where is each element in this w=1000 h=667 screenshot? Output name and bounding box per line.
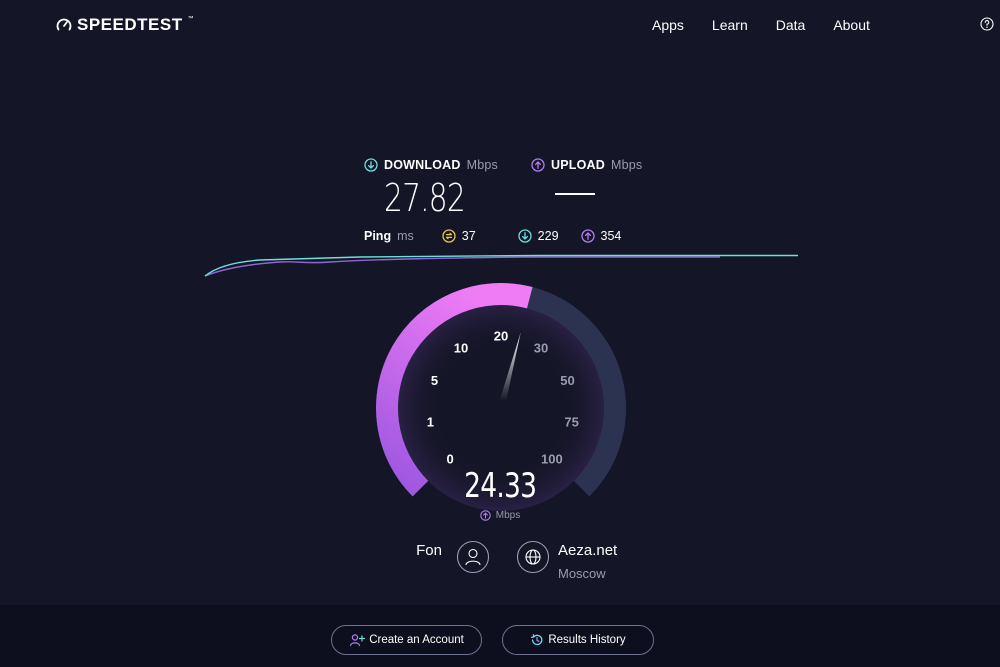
isp-provider: Fon — [380, 538, 490, 578]
footer-bar: Create an Account Results History — [0, 605, 1000, 667]
gauge-tick-label: 100 — [541, 451, 563, 466]
user-icon[interactable] — [456, 540, 490, 574]
gauge-unit-row: Mbps — [0, 510, 1000, 521]
history-icon — [531, 634, 543, 646]
gauge-tick-label: 10 — [454, 341, 468, 356]
gauge-tick-label: 1 — [427, 415, 434, 430]
gauge-tick-label: 50 — [560, 373, 574, 388]
results-history-label: Results History — [548, 634, 626, 646]
gauge-tick-label: 5 — [431, 373, 438, 388]
speed-gauge: 0 1 5 10 20 30 50 75 100 — [376, 283, 626, 511]
create-account-label: Create an Account — [369, 634, 464, 646]
provider-name: Fon — [416, 542, 442, 559]
add-user-icon — [350, 634, 366, 647]
upload-arrow-icon — [480, 510, 491, 521]
gauge-tick-label: 75 — [564, 415, 578, 430]
results-history-button[interactable]: Results History — [502, 625, 654, 655]
gauge-tick-label: 30 — [534, 341, 548, 356]
create-account-button[interactable]: Create an Account — [331, 625, 482, 655]
server-location: Moscow — [558, 566, 606, 581]
globe-icon — [516, 540, 550, 574]
gauge-tick-label: 20 — [494, 329, 508, 344]
gauge-unit-label: Mbps — [495, 510, 521, 521]
gauge-tick-label: 0 — [446, 451, 453, 466]
test-server[interactable]: Aeza.net Moscow — [516, 538, 656, 581]
server-name: Aeza.net — [558, 542, 618, 559]
gauge-readout: 24.33 — [0, 466, 1000, 506]
gauge-current-speed: 24.33 — [463, 466, 537, 506]
